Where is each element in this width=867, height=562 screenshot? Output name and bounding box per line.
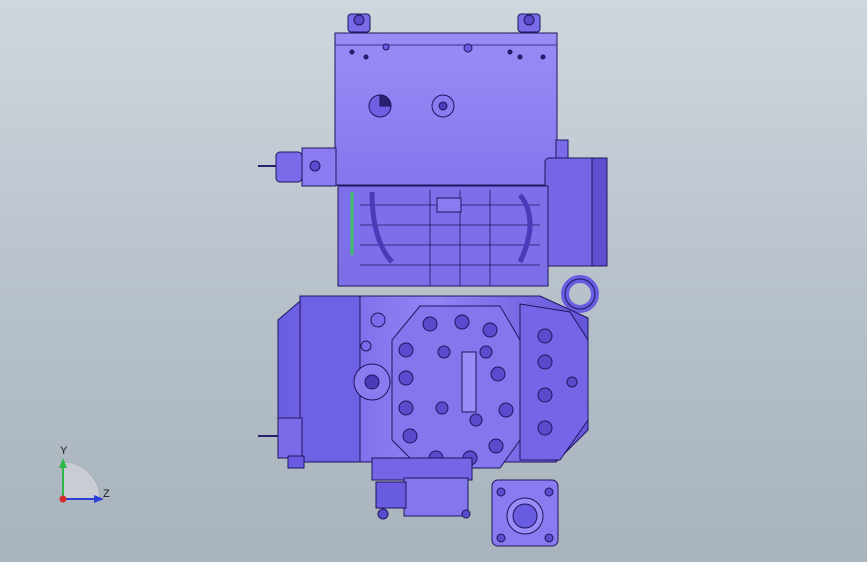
orientation-triad[interactable]: Y Z [59, 445, 110, 503]
compressor-model[interactable] [258, 13, 608, 547]
cylinder-head-upper [337, 185, 549, 287]
top-bolt-left [347, 13, 371, 33]
y-axis-label: Y [60, 445, 68, 457]
cylinder-head-front [391, 305, 521, 469]
side-junction-box [544, 139, 608, 267]
left-foot [258, 417, 305, 469]
lifting-eye [561, 275, 599, 313]
x-axis-dot [59, 495, 67, 503]
triad-plane-shading [62, 461, 101, 500]
terminal-box [334, 32, 558, 186]
3d-viewport[interactable]: Y Z [0, 0, 867, 562]
top-bolt-right [517, 13, 541, 33]
suction-flange [491, 479, 559, 547]
z-axis-label: Z [103, 488, 110, 500]
oil-sump [371, 457, 473, 520]
solenoid-connector [258, 147, 337, 187]
